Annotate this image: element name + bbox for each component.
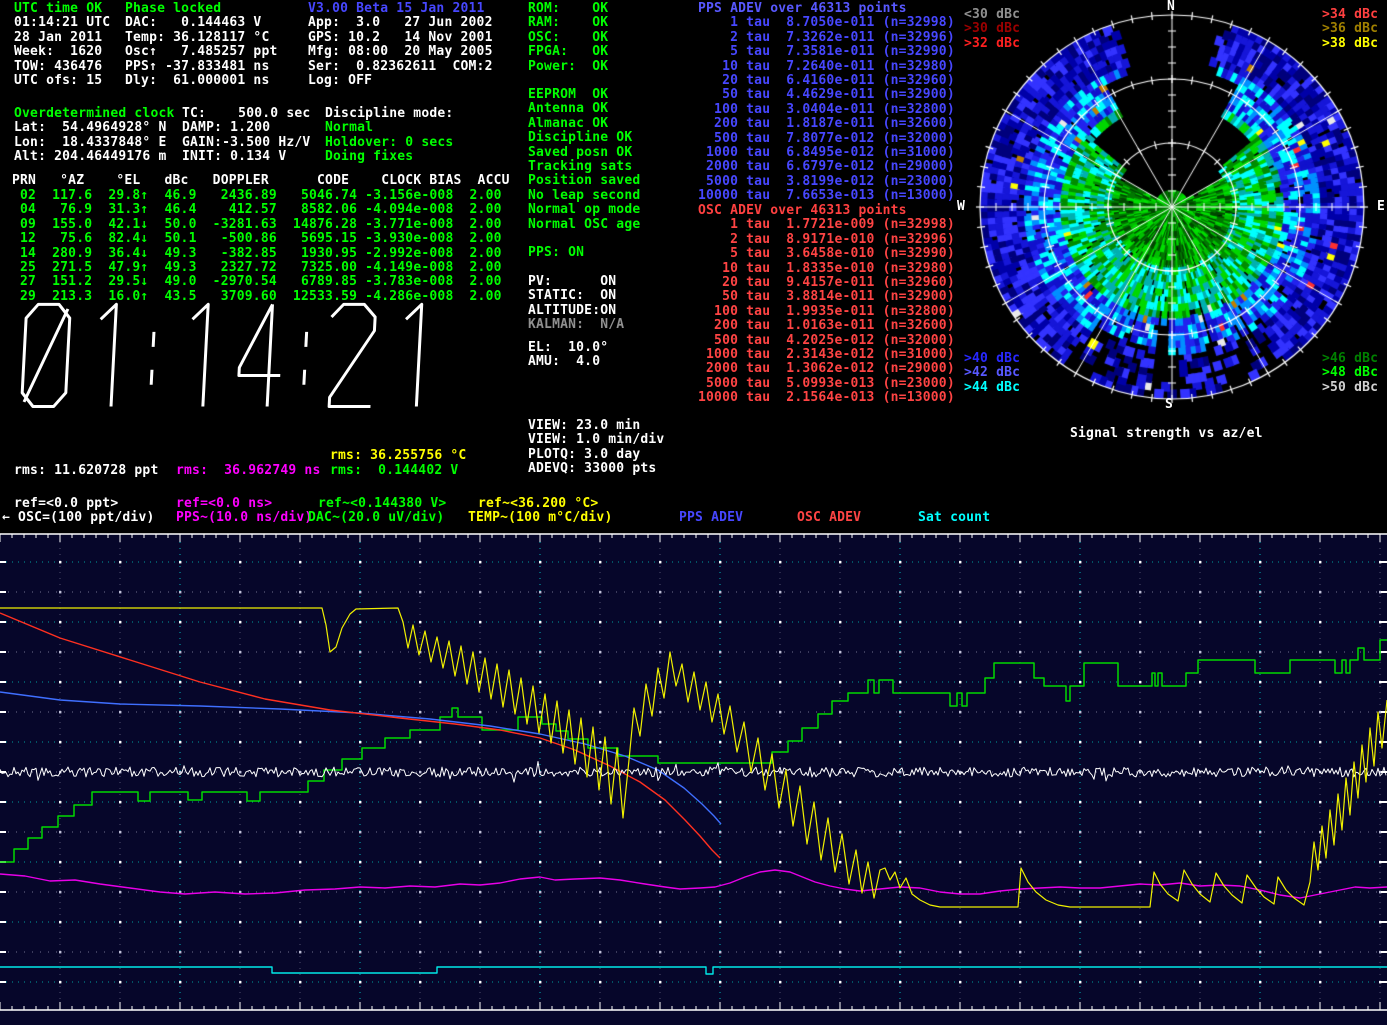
sat-table: 02 117.6 29.8↑ 46.9 2436.89 5046.74 -3.1… bbox=[12, 189, 502, 304]
compass-s: S bbox=[1165, 398, 1173, 412]
sky-plot-title: Signal strength vs az/el bbox=[1070, 427, 1263, 441]
history-plot[interactable] bbox=[0, 530, 1387, 1025]
fix-flags-list: PV: ONSTATIC: ONALTITUDE:ONKALMAN: N/A bbox=[528, 275, 624, 333]
oscillator-state-block: Phase lockedDAC: 0.144463 VTemp: 36.1281… bbox=[125, 2, 278, 88]
dbc-legend-low: <30 dBc>30 dBc>32 dBc bbox=[964, 8, 1020, 51]
legend-sat-count: Sat count bbox=[918, 511, 990, 525]
pps-adev-table: PPS ADEV over 46313 points 1 tau 8.7050e… bbox=[698, 2, 955, 204]
osc-adev-table: OSC ADEV over 46313 points 1 tau 1.7721e… bbox=[698, 204, 955, 406]
dbc-legend-mid: >40 dBc>42 dBc>44 dBc bbox=[964, 352, 1020, 395]
gps-status-list: EEPROM OKAntenna OKAlmanac OKDiscipline … bbox=[528, 88, 640, 232]
rms-dac: rms: 0.144402 V bbox=[330, 464, 458, 478]
dbc-legend-high: >46 dBc>48 dBc>50 dBc bbox=[1322, 352, 1378, 395]
pps-state: PPS: ON bbox=[528, 246, 584, 260]
position-block: Overdetermined clockLat: 54.4964928° NLo… bbox=[14, 107, 175, 165]
compass-e: E bbox=[1377, 200, 1385, 214]
mask-block: EL: 10.0°AMU: 4.0 bbox=[528, 341, 608, 370]
firmware-version-block: V3.00 Beta 15 Jan 2011App: 3.0 27 Jun 20… bbox=[308, 2, 493, 88]
plot-scale-temp: TEMP~(100 m°C/div) bbox=[468, 511, 612, 525]
rms-pps: rms: 36.962749 ns bbox=[176, 464, 320, 478]
discipline-mode-block: Discipline mode:NormalHoldover: 0 secsDo… bbox=[325, 107, 453, 165]
compass-n: N bbox=[1167, 0, 1175, 14]
clock-display[interactable] bbox=[20, 300, 470, 412]
lady-heather-screen: UTC time OK01:14:21 UTC28 Jan 2011Week: … bbox=[0, 0, 1387, 1025]
legend-pps-adev: PPS ADEV bbox=[679, 511, 743, 525]
loop-params-block: TC: 500.0 secDAMP: 1.200GAIN:-3.500 Hz/V… bbox=[182, 107, 310, 165]
sat-table-header: PRN °AZ °EL dBc DOPPLER CODE CLOCK BIAS … bbox=[12, 174, 510, 188]
queue-block: VIEW: 23.0 minVIEW: 1.0 min/divPLOTQ: 3.… bbox=[528, 419, 664, 477]
plot-scale-osc: ← OSC=(100 ppt/div) bbox=[2, 511, 155, 525]
compass-w: W bbox=[957, 200, 965, 214]
plot-scale-dac: DAC~(20.0 uV/div) bbox=[308, 511, 444, 525]
plot-scale-pps: PPS~(10.0 ns/div) bbox=[176, 511, 312, 525]
rms-temp: rms: 36.255756 °C bbox=[330, 449, 466, 463]
device-health-list: ROM: OKRAM: OKOSC: OKFPGA: OKPower: OK bbox=[528, 2, 608, 74]
rms-osc: rms: 11.620728 ppt bbox=[14, 464, 158, 478]
dbc-legend-midlow: >34 dBc>36 dBc>38 dBc bbox=[1322, 8, 1378, 51]
utc-time-block: UTC time OK01:14:21 UTC28 Jan 2011Week: … bbox=[14, 2, 110, 88]
legend-osc-adev: OSC ADEV bbox=[797, 511, 861, 525]
